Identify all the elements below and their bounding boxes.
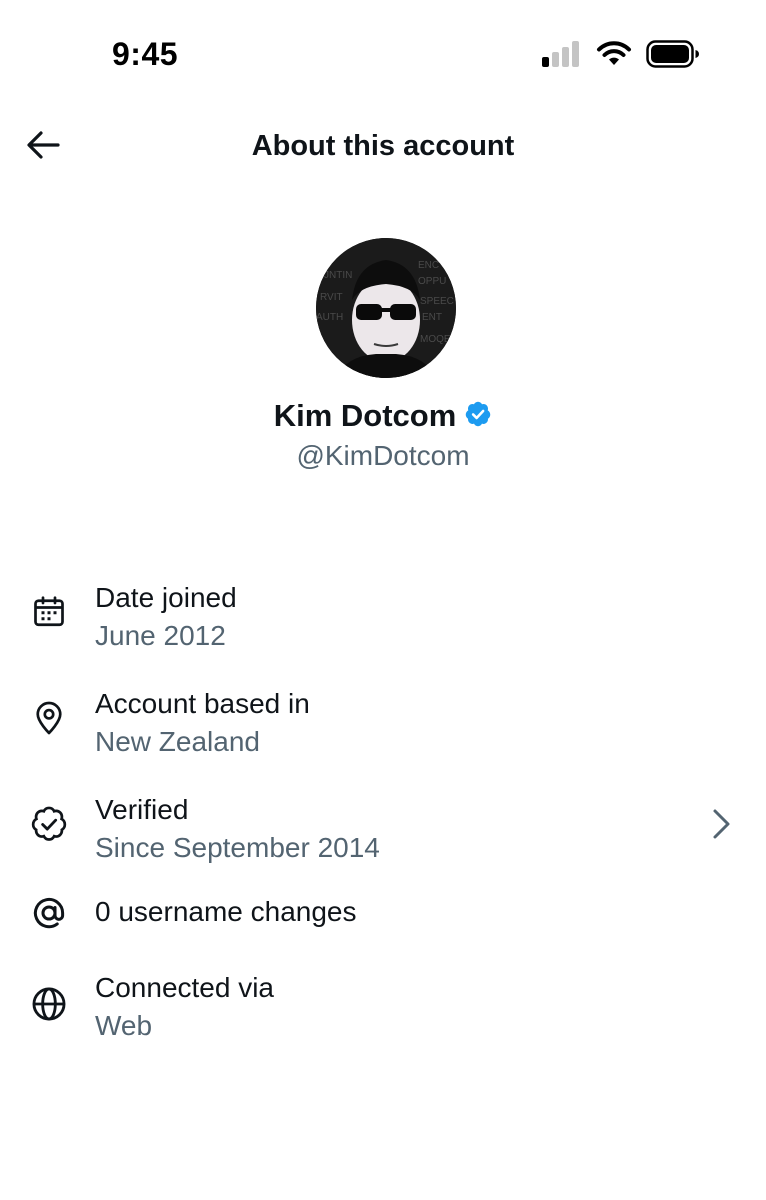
verified-outline-icon [29, 804, 69, 844]
chevron-right-icon[interactable] [710, 808, 734, 840]
svg-text:SPEEC: SPEEC [420, 296, 454, 307]
svg-text:MOQEL: MOQEL [420, 334, 456, 345]
info-label: 0 username changes [95, 896, 357, 927]
info-value: Since September 2014 [95, 832, 380, 863]
battery-icon [646, 40, 700, 68]
info-value: June 2012 [95, 620, 226, 651]
info-row-account-based-in: Account based in New Zealand [0, 676, 766, 760]
info-text: 0 username changes [95, 894, 357, 930]
status-icons [542, 40, 700, 68]
info-label: Verified [95, 794, 189, 825]
top-nav-header: About this account [0, 110, 766, 186]
info-row-connected-via: Connected via Web [0, 960, 766, 1044]
info-label: Connected via [95, 972, 275, 1003]
status-time: 9:45 [112, 36, 179, 72]
profile-name: Kim Dotcom [273, 398, 457, 433]
profile-handle: @KimDotcom [296, 440, 470, 471]
info-row-date-joined: Date joined June 2012 [0, 570, 766, 654]
info-row-username-changes: 0 username changes [0, 888, 766, 938]
svg-text:OPPU: OPPU [418, 276, 446, 287]
about-account-screen: 9:45 About this account JNTIN RVIT AUTH … [0, 0, 766, 1200]
svg-text:ENT: ENT [422, 312, 442, 323]
info-text: Verified Since September 2014 [95, 792, 380, 866]
profile-name-row: Kim Dotcom [0, 398, 766, 434]
avatar: JNTIN RVIT AUTH ENC OPPU SPEEC ENT MOQEL [316, 238, 456, 378]
verified-badge-icon [464, 400, 492, 433]
info-row-verified[interactable]: Verified Since September 2014 [0, 782, 766, 866]
at-sign-icon [29, 893, 69, 933]
globe-icon [29, 984, 69, 1024]
info-label: Date joined [95, 582, 237, 613]
svg-text:ENC: ENC [418, 260, 439, 271]
svg-text:AUTH: AUTH [316, 312, 343, 323]
page-title: About this account [251, 130, 515, 162]
info-value: New Zealand [95, 726, 260, 757]
info-text: Connected via Web [95, 970, 274, 1044]
svg-text:RVIT: RVIT [320, 292, 343, 303]
info-text: Date joined June 2012 [95, 580, 237, 654]
wifi-icon [596, 41, 632, 67]
cellular-signal-icon [542, 41, 582, 67]
info-text: Account based in New Zealand [95, 686, 310, 760]
status-bar: 9:45 [0, 0, 766, 110]
svg-text:JNTIN: JNTIN [324, 270, 352, 281]
location-pin-icon [29, 698, 69, 738]
info-value: Web [95, 1010, 153, 1041]
info-label: Account based in [95, 688, 310, 719]
calendar-icon [29, 592, 69, 632]
